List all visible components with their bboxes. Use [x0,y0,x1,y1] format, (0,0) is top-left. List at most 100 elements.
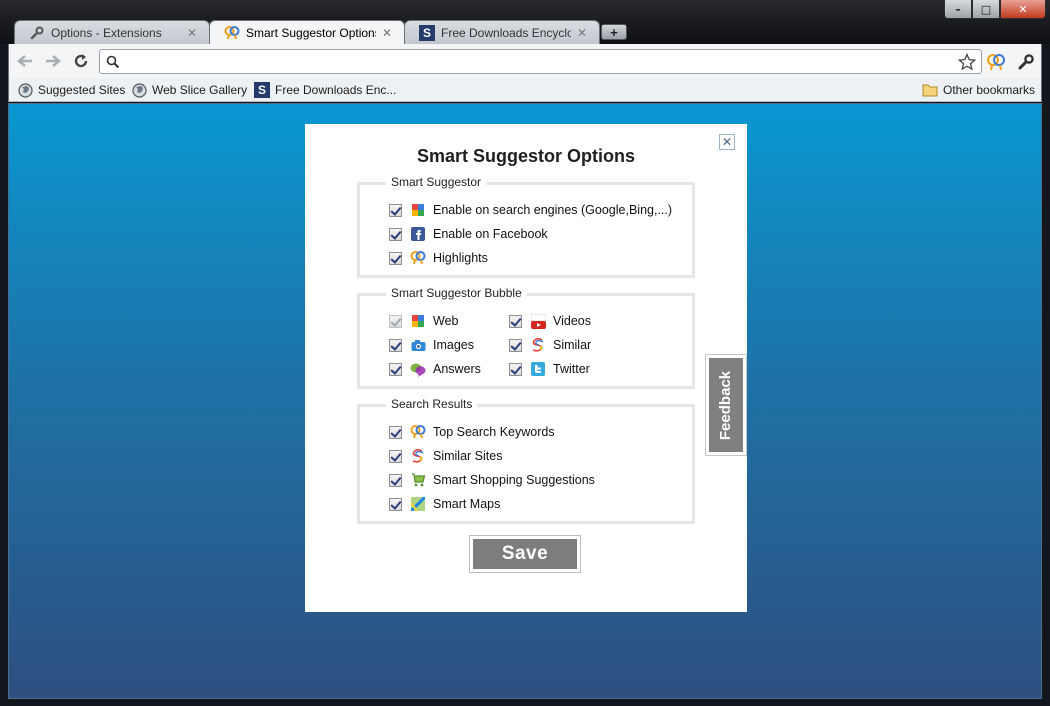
title-bar: – □ ✕ Options - Extensions ✕ Smart Sugge… [0,0,1050,44]
tab-strip: Options - Extensions ✕ Smart Suggestor O… [8,20,908,44]
option-enable-search-engines[interactable]: Enable on search engines (Google,Bing,..… [389,201,672,219]
web-icon [410,313,426,329]
tab-options-extensions[interactable]: Options - Extensions ✕ [14,20,210,44]
option-similar-sites[interactable]: Similar Sites [389,447,502,465]
other-bookmarks[interactable]: Other bookmarks [922,81,1035,99]
close-tab-icon[interactable]: ✕ [382,26,392,40]
address-bar[interactable] [99,49,982,74]
checkbox[interactable] [389,251,402,265]
page-content: ✕ Smart Suggestor Options Smart Suggesto… [8,103,1042,699]
new-tab-button[interactable]: + [601,24,627,40]
browser-window: – □ ✕ Options - Extensions ✕ Smart Sugge… [0,0,1050,706]
twitter-icon [530,361,546,377]
highlights-icon [410,250,426,266]
address-input[interactable] [124,53,944,71]
tab-free-downloads[interactable]: S Free Downloads Encyclopedia ✕ [404,20,600,44]
option-label: Similar Sites [433,449,503,463]
dialog-title: Smart Suggestor Options [416,146,636,166]
feedback-tab[interactable]: Feedback [705,354,747,456]
checkbox[interactable] [389,338,402,352]
checkbox[interactable] [389,425,402,439]
option-smart-shopping[interactable]: Smart Shopping Suggestions [389,471,595,489]
bookmark-label: Web Slice Gallery [152,83,248,97]
search-engine-icon [410,202,426,218]
back-button[interactable] [14,51,36,71]
option-label: Web [433,314,459,328]
option-smart-maps[interactable]: Smart Maps [389,495,500,513]
settings-menu-button[interactable] [1016,52,1036,72]
smart-suggestor-bubble-group: Smart Suggestor Bubble Web Videos Images… [357,286,695,389]
option-label: Smart Maps [433,497,501,511]
option-label: Enable on search engines (Google,Bing,..… [433,203,673,217]
softpedia-s-icon: S [419,24,435,41]
folder-icon [922,82,938,98]
bookmark-web-slice-gallery[interactable]: Web Slice Gallery [131,81,247,99]
smart-suggestor-group: Smart Suggestor Enable on search engines… [357,175,695,278]
reload-button[interactable] [70,51,92,71]
option-label: Enable on Facebook [433,227,548,241]
group-legend: Smart Suggestor [386,175,487,189]
answers-icon [410,361,426,377]
save-button[interactable]: Save [469,535,581,573]
reload-icon [74,54,88,68]
checkbox[interactable] [389,449,402,463]
checkbox[interactable] [389,203,402,217]
bookmark-label: Other bookmarks [943,83,1036,97]
close-tab-icon[interactable]: ✕ [187,26,197,40]
bookmark-star-icon[interactable] [957,52,977,74]
checkbox[interactable] [509,362,522,376]
feedback-label: Feedback [717,370,735,440]
search-icon [106,55,120,72]
map-icon [410,496,426,512]
checkbox[interactable] [389,362,402,376]
checkbox[interactable] [389,227,402,241]
checkbox[interactable] [389,497,402,511]
globe-icon [17,82,33,98]
tab-smart-suggestor-options[interactable]: Smart Suggestor Options ✕ [209,20,405,44]
option-label: Answers [433,362,481,376]
forward-button[interactable] [42,51,64,71]
option-label: Highlights [433,251,488,265]
option-label: Twitter [553,362,590,376]
bookmark-free-downloads[interactable]: S Free Downloads Enc... [254,81,396,99]
close-window-button[interactable]: ✕ [1000,0,1046,19]
option-label: Smart Shopping Suggestions [433,473,595,487]
minimize-button[interactable]: – [944,0,972,19]
option-top-search-keywords[interactable]: Top Search Keywords [389,423,555,441]
smart-suggestor-extension-button[interactable] [986,52,1006,72]
youtube-icon [530,313,546,329]
option-label: Top Search Keywords [433,425,555,439]
globe-icon [131,82,147,98]
option-web[interactable]: Web [389,312,458,330]
maximize-button[interactable]: □ [972,0,1000,19]
facebook-icon [410,226,426,242]
wrench-icon [1018,54,1034,70]
option-answers[interactable]: Answers [389,360,481,378]
smart-suggestor-icon [987,54,1005,71]
group-legend: Search Results [386,397,478,411]
bookmark-suggested-sites[interactable]: Suggested Sites [17,81,125,99]
checkbox[interactable] [389,314,402,328]
similar-icon [410,448,426,464]
option-enable-facebook[interactable]: Enable on Facebook [389,225,548,243]
option-highlights[interactable]: Highlights [389,249,488,267]
keywords-icon [410,424,426,440]
bookmark-label: Suggested Sites [38,83,126,97]
softpedia-s-icon: S [254,82,270,98]
option-videos[interactable]: Videos [509,312,591,330]
option-label: Videos [553,314,591,328]
back-arrow-icon [17,55,32,67]
option-twitter[interactable]: Twitter [509,360,590,378]
checkbox[interactable] [509,314,522,328]
bookmarks-bar: Suggested Sites Web Slice Gallery S Free… [8,78,1042,102]
tab-title: Free Downloads Encyclopedia [441,25,571,40]
camera-icon [410,337,426,353]
option-similar[interactable]: Similar [509,336,591,354]
wrench-icon [29,25,45,41]
checkbox[interactable] [389,473,402,487]
checkbox[interactable] [509,338,522,352]
window-controls: – □ ✕ [944,0,1046,19]
group-legend: Smart Suggestor Bubble [386,286,527,300]
close-tab-icon[interactable]: ✕ [577,26,587,40]
option-images[interactable]: Images [389,336,474,354]
